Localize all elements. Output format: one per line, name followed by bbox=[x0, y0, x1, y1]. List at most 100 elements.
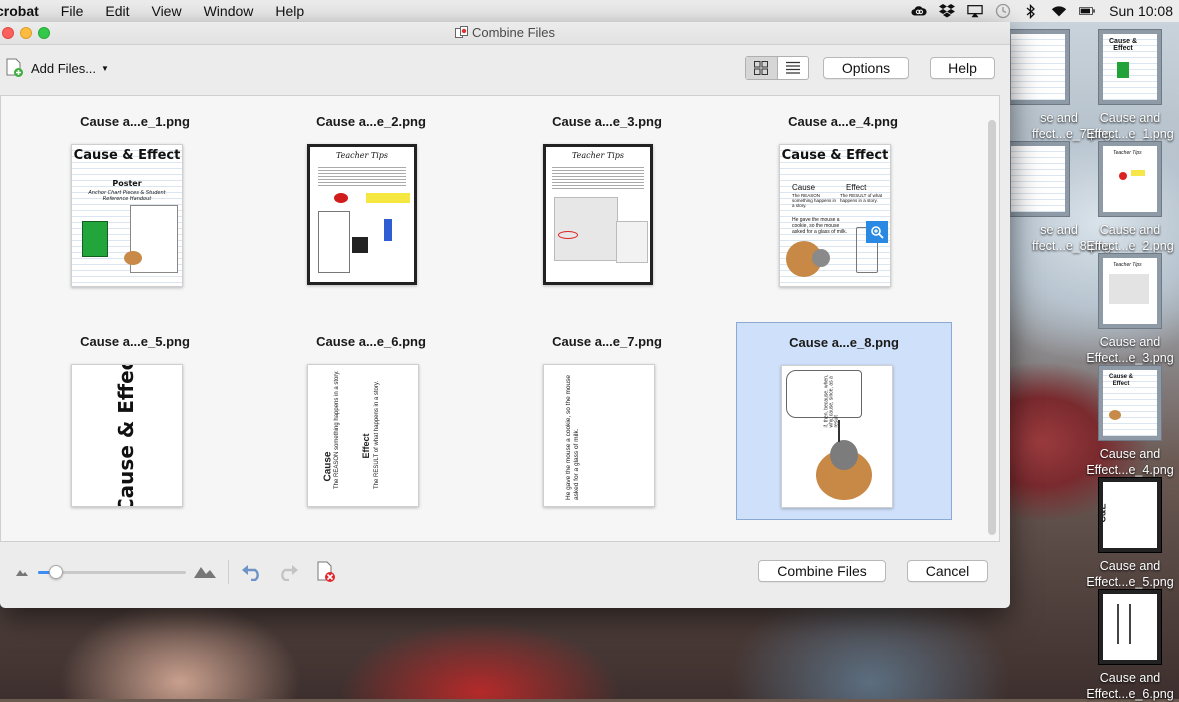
thumb-vertical-title: Cause & Effect bbox=[114, 364, 138, 507]
file-label-line1: Cause and bbox=[1099, 447, 1161, 461]
thumb-sentence: He gave the mouse a cookie, so the mouse… bbox=[565, 374, 580, 500]
battery-icon[interactable] bbox=[1079, 4, 1095, 18]
toolbar-divider bbox=[228, 560, 229, 584]
file-item-3[interactable]: Cause a...e_3.png Teacher Tips bbox=[499, 102, 715, 300]
menu-file[interactable]: File bbox=[50, 0, 95, 22]
file-thumbnail: Teacher Tips bbox=[307, 144, 417, 285]
options-button[interactable]: Options bbox=[823, 57, 909, 79]
file-item-2[interactable]: Cause a...e_2.png Teacher Tips bbox=[263, 102, 479, 300]
file-name: Cause a...e_4.png bbox=[788, 114, 898, 129]
file-item-8[interactable]: Cause a...e_8.png if, then, because, whe… bbox=[736, 322, 952, 520]
menu-window[interactable]: Window bbox=[193, 0, 265, 22]
thumb-caption: Anchor Chart Pieces & Student Reference … bbox=[88, 190, 166, 202]
file-label-line1: Cause and bbox=[1099, 223, 1161, 237]
small-thumbnail-icon bbox=[15, 565, 29, 579]
combine-files-dialog: Combine Files Add Files... ▼ Options Hel… bbox=[0, 22, 1010, 608]
view-mode-toggle bbox=[745, 56, 809, 80]
combine-files-button[interactable]: Combine Files bbox=[758, 560, 886, 582]
minimize-window-button[interactable] bbox=[20, 27, 32, 39]
file-thumbnail: Teacher Tips bbox=[1099, 142, 1161, 216]
thumb-effect-desc: The RESULT of what happens in a story. bbox=[374, 380, 380, 489]
thumbnail-size-slider[interactable] bbox=[38, 565, 186, 579]
remove-file-icon[interactable] bbox=[314, 559, 338, 585]
file-thumbnail: C&E bbox=[1099, 478, 1161, 552]
airplay-icon[interactable] bbox=[967, 4, 983, 18]
undo-icon[interactable] bbox=[240, 560, 264, 584]
dropbox-icon[interactable] bbox=[939, 4, 956, 18]
thumb-cause-label: Cause bbox=[322, 451, 334, 482]
file-thumbnail: if, then, because, when, why, cause, sin… bbox=[781, 365, 893, 508]
thumb-text-block bbox=[552, 165, 644, 191]
file-label-line2: Effect...e_5.png bbox=[1086, 575, 1174, 589]
thumb-text-block bbox=[318, 165, 406, 187]
cancel-button[interactable]: Cancel bbox=[907, 560, 988, 582]
file-item-7[interactable]: Cause a...e_7.png He gave the mouse a co… bbox=[499, 322, 715, 520]
desktop-file-icon[interactable]: Teacher Tips Cause and Effect...e_3.png bbox=[1082, 254, 1178, 366]
file-thumbnail: Cause & Effect bbox=[1099, 366, 1161, 440]
file-thumbnail: Cause The REASON something happens in a … bbox=[307, 364, 419, 507]
file-name: Cause a...e_8.png bbox=[789, 335, 899, 350]
thumb-title: Teacher Tips bbox=[335, 151, 389, 160]
thumb-title: Cause & Effect bbox=[73, 148, 181, 163]
thumb-title: Teacher Tips bbox=[571, 151, 625, 160]
thumb-sentence: He gave the mouse a cookie, so the mouse… bbox=[792, 217, 848, 235]
menu-help[interactable]: Help bbox=[264, 0, 315, 22]
book-character-icon bbox=[82, 221, 108, 257]
file-item-6[interactable]: Cause a...e_6.png Cause The REASON somet… bbox=[263, 322, 479, 520]
add-file-icon bbox=[5, 58, 25, 78]
thumb-highlight-circle bbox=[558, 231, 578, 239]
file-label-line2: Effect...e_1.png bbox=[1086, 127, 1174, 141]
close-window-button[interactable] bbox=[2, 27, 14, 39]
desktop-file-icon[interactable]: Cause & Effect Cause and Effect...e_4.png bbox=[1082, 366, 1178, 478]
desktop-file-icon[interactable]: Cause and Effect...e_6.png bbox=[1082, 590, 1178, 702]
menu-bar: crobat File Edit View Window Help Sun 10… bbox=[0, 0, 1179, 23]
thumb-effect-label: Effect bbox=[361, 433, 371, 459]
file-label-line1: Cause and bbox=[1099, 559, 1161, 573]
add-files-label: Add Files... bbox=[31, 60, 97, 76]
desktop-file-icon[interactable]: Cause & Effect Cause and Effect...e_1.png bbox=[1082, 30, 1178, 142]
file-thumbnail: He gave the mouse a cookie, so the mouse… bbox=[543, 364, 655, 507]
list-view-button[interactable] bbox=[778, 57, 809, 79]
menu-view[interactable]: View bbox=[140, 0, 192, 22]
file-item-5[interactable]: Cause a...e_5.png Cause & Effect bbox=[27, 322, 243, 520]
file-label-line1: Cause and bbox=[1099, 671, 1161, 685]
mouse-icon bbox=[812, 249, 830, 267]
thumb-figure-dark bbox=[352, 237, 368, 253]
file-thumbnail: Cause & Effect bbox=[1099, 30, 1161, 104]
file-label-line1: Cause and bbox=[1099, 111, 1161, 125]
file-label-line2: Effect...e_2.png bbox=[1086, 239, 1174, 253]
file-thumbnail: Teacher Tips bbox=[543, 144, 653, 285]
app-menu[interactable]: crobat bbox=[0, 0, 50, 22]
menu-clock[interactable]: Sun 10:08 bbox=[1101, 3, 1179, 19]
bluetooth-icon[interactable] bbox=[1023, 3, 1039, 19]
help-button[interactable]: Help bbox=[930, 57, 995, 79]
file-name: Cause a...e_5.png bbox=[80, 334, 190, 349]
file-name: Cause a...e_3.png bbox=[552, 114, 662, 129]
mouse-icon bbox=[830, 440, 858, 470]
print-settings-screenshot bbox=[616, 221, 648, 263]
menu-edit[interactable]: Edit bbox=[94, 0, 140, 22]
combine-files-icon bbox=[454, 24, 468, 38]
file-label-line2: Effect...e_3.png bbox=[1086, 351, 1174, 365]
time-machine-icon[interactable] bbox=[995, 3, 1011, 19]
grid-view-icon bbox=[754, 61, 769, 75]
chevron-down-icon: ▼ bbox=[101, 63, 109, 73]
file-item-4[interactable]: Cause a...e_4.png Cause & Effect Cause E… bbox=[735, 102, 951, 300]
file-thumbnail bbox=[1099, 590, 1161, 664]
desktop-file-icon[interactable]: Teacher Tips Cause and Effect...e_2.png bbox=[1082, 142, 1178, 254]
redo-icon[interactable] bbox=[276, 560, 300, 584]
slider-knob[interactable] bbox=[49, 565, 63, 579]
desktop-file-icon[interactable]: C&E Cause and Effect...e_5.png bbox=[1082, 478, 1178, 590]
add-files-button[interactable]: Add Files... ▼ bbox=[5, 58, 109, 78]
vertical-scrollbar[interactable] bbox=[988, 120, 996, 535]
creative-cloud-icon[interactable] bbox=[911, 4, 927, 18]
wifi-icon[interactable] bbox=[1051, 4, 1067, 18]
grid-view-button[interactable] bbox=[746, 57, 778, 79]
file-item-1[interactable]: Cause a...e_1.png Cause & Effect Poster … bbox=[27, 102, 243, 300]
list-view-icon bbox=[785, 61, 800, 74]
scissors-icon bbox=[334, 193, 348, 203]
thumb-highlight bbox=[366, 193, 410, 203]
file-label-line2: Effect...e_4.png bbox=[1086, 463, 1174, 477]
zoom-window-button[interactable] bbox=[38, 27, 50, 39]
zoom-in-icon[interactable] bbox=[866, 221, 888, 243]
